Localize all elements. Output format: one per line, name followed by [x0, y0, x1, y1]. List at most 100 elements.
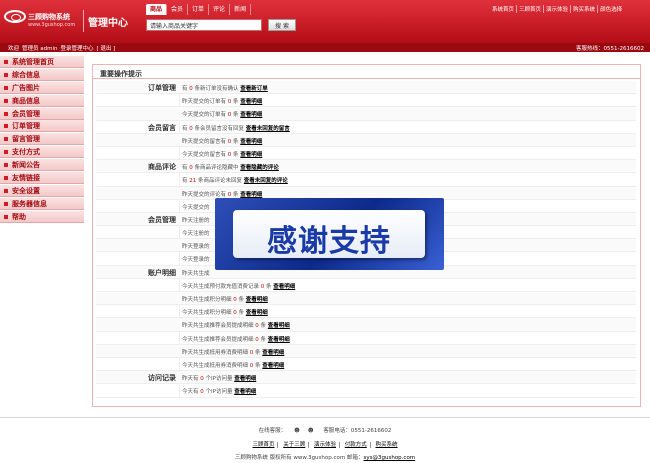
- row-suffix: 条: [260, 336, 267, 343]
- sidebar-item-help[interactable]: 帮助: [0, 210, 84, 223]
- row-view-link[interactable]: 查看明细: [268, 337, 290, 343]
- top-link-system-home[interactable]: 系统首页: [490, 5, 518, 13]
- table-row: 今天提交的订单有 0 条 查看明细: [96, 107, 636, 121]
- row-view-link[interactable]: 查看明细: [273, 284, 295, 290]
- footer-link-buy[interactable]: 购买系统: [373, 442, 401, 448]
- row-text: 今天注册的: [182, 229, 210, 237]
- info-welcome: 欢迎 管理员 admin 登录管理中心 [ 退出 ]: [8, 44, 118, 52]
- row-count: 0: [227, 138, 232, 145]
- top-link-color[interactable]: 颜色选择: [598, 5, 624, 13]
- qq-icon[interactable]: ☻: [294, 428, 300, 434]
- row-text: 今天提交的: [182, 203, 210, 211]
- top-link-demo[interactable]: 演示体验: [544, 5, 572, 13]
- row-view-link[interactable]: 查看新订单: [240, 86, 268, 92]
- row-prefix: 今天提交的: [182, 204, 210, 211]
- row-text: 昨天有 0 个IP访问量 查看明细: [182, 374, 256, 382]
- row-prefix: 今天提交的订单有: [182, 112, 227, 119]
- table-row: 访问记录 昨天有 0 个IP访问量 查看明细: [96, 371, 636, 385]
- row-view-link[interactable]: 查看明细: [262, 350, 284, 356]
- sidebar-item-ad-images[interactable]: 广告图片: [0, 81, 84, 94]
- search-tab-product[interactable]: 商品: [146, 4, 168, 15]
- sidebar-item-messages[interactable]: 留言管理: [0, 133, 84, 146]
- row-count: 0: [200, 376, 204, 383]
- thanks-banner: 感谢支持: [215, 198, 444, 270]
- row-view-link[interactable]: 查看明细: [234, 389, 256, 395]
- footer-link-home[interactable]: 三顾首页: [249, 442, 279, 448]
- row-count: 0: [189, 125, 193, 132]
- row-view-link[interactable]: 查看明细: [262, 363, 284, 369]
- table-row: 昨天共生成抵用券消费明细 0 条 查看明细: [96, 344, 636, 358]
- sidebar-item-members[interactable]: 会员管理: [0, 107, 84, 120]
- sidebar-item-orders[interactable]: 订单管理: [0, 120, 84, 133]
- sidebar-item-general-info[interactable]: 综合信息: [0, 68, 84, 81]
- sidebar-item-news[interactable]: 新闻公告: [0, 159, 84, 172]
- row-view-link[interactable]: 查看明细: [240, 192, 262, 198]
- login-to-text: 登录管理中心: [60, 46, 94, 52]
- row-suffix: 个IP访问量: [205, 376, 233, 383]
- row-view-link[interactable]: 查看隐藏的评论: [240, 165, 279, 171]
- sidebar-item-links[interactable]: 友情链接: [0, 172, 84, 185]
- thanks-banner-card: 感谢支持: [233, 210, 425, 259]
- row-prefix: 今天共生成预付款充值消费记录: [182, 283, 260, 290]
- row-view-link[interactable]: 查看未回复的留言: [246, 126, 290, 132]
- footer-email-link[interactable]: sys@3gushop.com: [364, 455, 416, 461]
- row-text: 今天提交的订单有 0 条 查看明细: [182, 110, 262, 118]
- row-suffix: 条: [233, 112, 239, 119]
- logout-link[interactable]: [ 退出 ]: [97, 44, 116, 52]
- table-row: 有 21 条商品评论未回复 查看未回复的评论: [96, 173, 636, 187]
- top-link-sangu-home[interactable]: 三顾首页: [517, 5, 545, 13]
- row-view-link[interactable]: 查看明细: [240, 99, 262, 105]
- row-view-link[interactable]: 查看明细: [240, 152, 262, 158]
- sidebar-item-server[interactable]: 服务器信息: [0, 197, 84, 210]
- row-text: 有 0 条新订单没有确认 查看新订单: [182, 84, 268, 92]
- sidebar: 系统管理首页 综合信息 广告图片 商品信息 会员管理 订单管理 留言管理 支付方…: [0, 56, 84, 224]
- welcome-text: 欢迎: [8, 46, 20, 52]
- row-view-link[interactable]: 查看明细: [240, 139, 262, 145]
- row-suffix: 条新订单没有确认: [194, 86, 239, 92]
- row-view-link[interactable]: 查看明细: [268, 323, 290, 329]
- row-prefix: 今天注册的: [182, 231, 210, 238]
- row-prefix: 昨天共生成推荐会员提成明细: [182, 323, 254, 330]
- online-service-label: 在线客服：: [258, 428, 287, 434]
- row-suffix: 条: [266, 283, 272, 290]
- row-view-link[interactable]: 查看明细: [234, 376, 256, 382]
- row-text: 有 0 条会员留言没有回复 查看未回复的留言: [182, 124, 290, 132]
- search-tab-order[interactable]: 订单: [188, 4, 210, 15]
- sidebar-item-payment[interactable]: 支付方式: [0, 146, 84, 159]
- row-view-link[interactable]: 查看明细: [240, 112, 262, 118]
- row-prefix: 昨天共生成积分明细: [182, 297, 232, 303]
- sidebar-item-products[interactable]: 商品信息: [0, 94, 84, 107]
- row-prefix: 昨天提交的订单有: [182, 99, 227, 106]
- search-tab-review[interactable]: 评论: [209, 4, 231, 15]
- table-row: 今天有 0 个IP访问量 查看明细: [96, 384, 636, 398]
- row-view-link[interactable]: 查看明细: [246, 310, 268, 316]
- top-link-buy[interactable]: 购买系统: [571, 5, 599, 13]
- thanks-text: 感谢支持: [267, 224, 391, 259]
- row-count: 0: [227, 151, 232, 158]
- hotline: 客服热线：0551-2616602: [576, 46, 644, 52]
- sidebar-item-system-home[interactable]: 系统管理首页: [0, 56, 84, 68]
- row-count: 0: [233, 310, 237, 317]
- footer-link-about[interactable]: 关于三顾: [280, 442, 310, 448]
- row-view-link[interactable]: 查看明细: [246, 297, 268, 303]
- table-row: 今天共生成推荐会员提成明细 0 条 查看明细: [96, 332, 636, 345]
- row-count: 0: [255, 323, 259, 330]
- footer-link-payment[interactable]: 付款方式: [341, 442, 371, 448]
- sidebar-item-security[interactable]: 安全设置: [0, 184, 84, 197]
- search-tabs: 商品 会员 订单 评论 新闻: [146, 4, 252, 15]
- row-category: 商品评论: [148, 163, 176, 172]
- footer-link-demo[interactable]: 演示体验: [310, 442, 340, 448]
- qq-icon-2[interactable]: ☻: [308, 428, 314, 434]
- row-view-link[interactable]: 查看未回复的评论: [244, 178, 288, 184]
- row-count: 21: [189, 178, 197, 185]
- copyright-text: 三顾购物系统 版权所有 www.3gushop.com 邮箱：: [234, 455, 364, 461]
- row-prefix: 有: [182, 165, 188, 172]
- row-prefix: 昨天有: [182, 376, 199, 383]
- row-prefix: 昨天注册的: [182, 217, 210, 224]
- search-tab-member[interactable]: 会员: [167, 4, 189, 15]
- row-prefix: 有: [182, 125, 188, 132]
- search-input[interactable]: [146, 19, 262, 31]
- search-button[interactable]: 搜 索: [268, 19, 296, 31]
- row-prefix: 有: [182, 86, 188, 92]
- search-tab-news[interactable]: 新闻: [230, 4, 252, 15]
